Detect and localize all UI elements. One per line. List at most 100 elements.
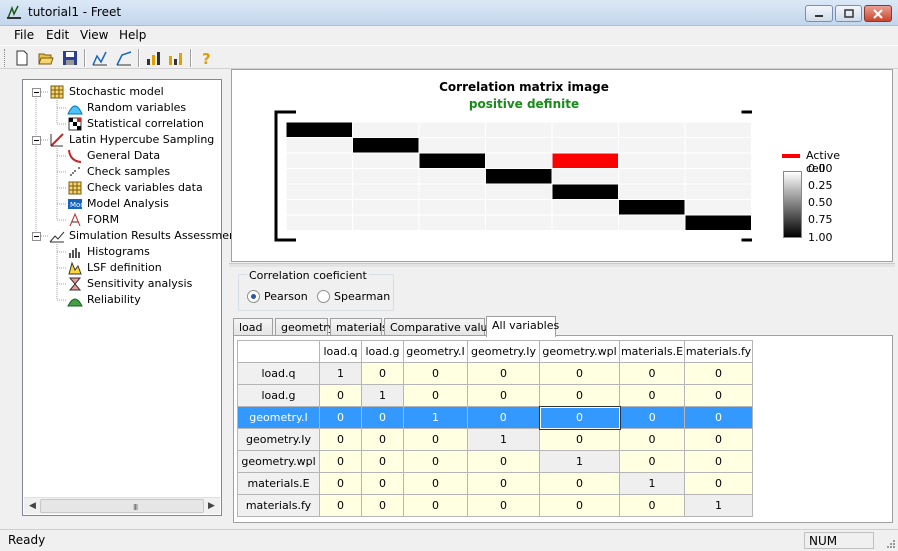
grid-cell[interactable]: 0 (361, 406, 404, 429)
grid-cell[interactable]: 0 (319, 406, 362, 429)
help-button[interactable]: ? (196, 48, 216, 68)
grid-cell[interactable]: 0 (403, 362, 468, 385)
tab-all-variables[interactable]: All variables (486, 316, 559, 337)
save-button[interactable] (60, 48, 80, 68)
grid-cell[interactable]: 0 (684, 472, 753, 495)
scroll-left-icon[interactable]: ◀ (29, 501, 36, 511)
grid-cell[interactable]: 0 (619, 384, 685, 407)
grid-cell[interactable]: 0 (467, 406, 540, 429)
tab-load[interactable]: load (233, 318, 273, 336)
table-row[interactable]: geometry.Iy 0 0 0 1 0 0 0 (237, 428, 753, 451)
column-header[interactable]: load.g (361, 340, 404, 363)
grid-cell[interactable]: 0 (403, 472, 468, 495)
menu-view[interactable]: View (78, 28, 110, 42)
grid-cell[interactable]: 0 (361, 472, 404, 495)
menu-edit[interactable]: Edit (44, 28, 71, 42)
grid-corner[interactable] (237, 340, 320, 363)
table-row[interactable]: materials.E 0 0 0 0 0 1 0 (237, 472, 753, 495)
grid-cell[interactable]: 0 (539, 428, 620, 451)
grid-cell[interactable]: 0 (539, 362, 620, 385)
grid-cell[interactable]: 0 (319, 384, 362, 407)
grid-cell[interactable]: 0 (467, 450, 540, 473)
tab-materials[interactable]: materials (330, 318, 388, 336)
table-row[interactable]: geometry.wpl 0 0 0 0 1 0 0 (237, 450, 753, 473)
grid-cell[interactable]: 0 (619, 450, 685, 473)
row-header[interactable]: geometry.I (237, 406, 320, 429)
grid-cell[interactable]: 0 (684, 428, 753, 451)
column-header[interactable]: materials.E (619, 340, 685, 363)
row-header[interactable]: geometry.Iy (237, 428, 320, 451)
grid-cell[interactable]: 0 (467, 384, 540, 407)
pearson-radio[interactable]: Pearson (247, 290, 312, 304)
collapse-icon[interactable] (32, 232, 41, 241)
grid-cell[interactable]: 0 (319, 494, 362, 517)
grid-cell[interactable]: 0 (403, 384, 468, 407)
spearman-radio[interactable]: Spearman (317, 290, 390, 304)
grid-cell[interactable]: 0 (319, 450, 362, 473)
grid-cell[interactable]: 0 (619, 362, 685, 385)
grid-cell[interactable]: 0 (467, 362, 540, 385)
table-row[interactable]: load.q 1 0 0 0 0 0 0 (237, 362, 753, 385)
correlation-grid[interactable]: load.q load.g geometry.I geometry.Iy geometr… (237, 340, 753, 517)
column-header[interactable]: load.q (319, 340, 362, 363)
grid-cell[interactable]: 0 (361, 494, 404, 517)
tab-comparative-values[interactable]: Comparative values (384, 318, 500, 336)
grid-cell[interactable]: 0 (538, 405, 621, 430)
grid-cell[interactable]: 0 (539, 384, 620, 407)
grid-cell[interactable]: 1 (539, 450, 620, 473)
grid-cell[interactable]: 0 (361, 362, 404, 385)
grid-cell[interactable]: 1 (403, 406, 468, 429)
grid-cell[interactable]: 0 (619, 406, 685, 429)
column-header[interactable]: geometry.Iy (467, 340, 540, 363)
grid-cell[interactable]: 0 (684, 384, 753, 407)
grid-cell[interactable]: 0 (539, 472, 620, 495)
table-row[interactable]: materials.fy 0 0 0 0 0 0 1 (237, 494, 753, 517)
maximize-button[interactable] (835, 5, 862, 22)
grid-cell[interactable]: 0 (684, 450, 753, 473)
grid-cell[interactable]: 0 (361, 428, 404, 451)
table-row[interactable]: geometry.I 0 0 1 0 0 0 0 (237, 405, 753, 430)
column-header[interactable]: geometry.I (403, 340, 468, 363)
tree-horizontal-scrollbar[interactable]: ◀ III ▶ (24, 497, 220, 514)
grid-cell[interactable]: 1 (319, 362, 362, 385)
grid-cell[interactable]: 0 (403, 450, 468, 473)
grid-cell[interactable]: 0 (403, 494, 468, 517)
row-header[interactable]: geometry.wpl (237, 450, 320, 473)
horizontal-splitter[interactable] (229, 263, 895, 267)
collapse-icon[interactable] (32, 88, 41, 97)
project-tree[interactable]: Stochastic model Random variables Statisti… (22, 79, 240, 516)
analysis2-button[interactable] (114, 48, 134, 68)
close-button[interactable] (864, 5, 892, 22)
correlation-matrix-image[interactable] (272, 108, 752, 248)
menu-help[interactable]: Help (117, 28, 148, 42)
row-header[interactable]: load.q (237, 362, 320, 385)
collapse-icon[interactable] (32, 136, 41, 145)
row-header[interactable]: materials.E (237, 472, 320, 495)
scroll-right-icon[interactable]: ▶ (208, 501, 215, 511)
analysis-button[interactable] (90, 48, 110, 68)
grid-cell[interactable]: 1 (467, 428, 540, 451)
column-header[interactable]: materials.fy (684, 340, 753, 363)
column-header[interactable]: geometry.wpl (539, 340, 620, 363)
grid-cell[interactable]: 0 (467, 494, 540, 517)
toolbar-grip[interactable] (4, 49, 7, 67)
open-button[interactable] (36, 48, 56, 68)
chart-button[interactable] (144, 48, 164, 68)
grid-cell[interactable]: 1 (684, 494, 753, 517)
grid-cell[interactable]: 1 (619, 472, 685, 495)
table-row[interactable]: load.g 0 1 0 0 0 0 0 (237, 384, 753, 407)
grid-cell[interactable]: 0 (319, 472, 362, 495)
grid-cell[interactable]: 0 (319, 428, 362, 451)
row-header[interactable]: materials.fy (237, 494, 320, 517)
tab-geometry[interactable]: geometry (275, 318, 334, 336)
grid-cell[interactable]: 0 (684, 406, 753, 429)
grid-cell[interactable]: 0 (684, 362, 753, 385)
grid-cell[interactable]: 1 (361, 384, 404, 407)
scroll-thumb[interactable]: III (40, 499, 204, 513)
menu-file[interactable]: File (12, 28, 36, 42)
minimize-button[interactable] (805, 5, 833, 22)
grid-cell[interactable]: 0 (539, 494, 620, 517)
grid-cell[interactable]: 0 (403, 428, 468, 451)
grid-cell[interactable]: 0 (467, 472, 540, 495)
chart2-button[interactable] (166, 48, 186, 68)
